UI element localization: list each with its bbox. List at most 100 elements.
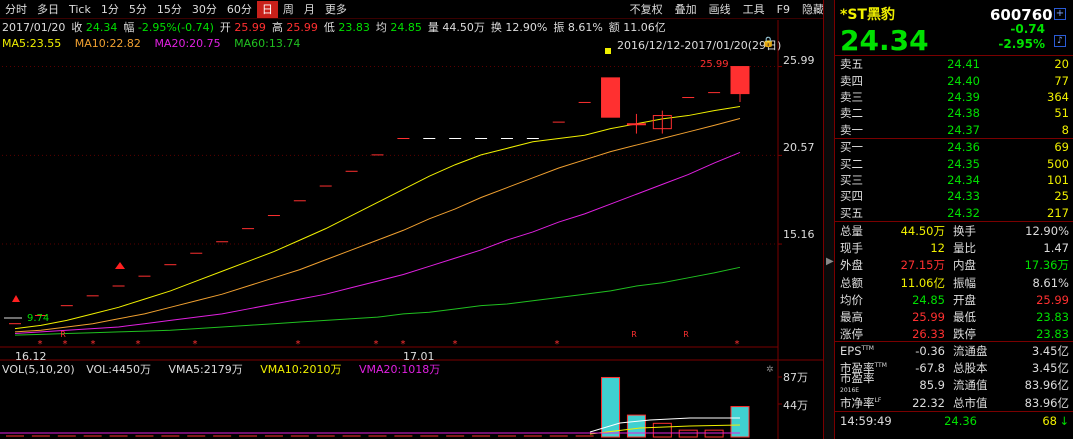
volume-bar — [652, 422, 672, 438]
tick-price: 24.36 — [944, 413, 977, 428]
fin-v2: 83.96亿 — [1024, 378, 1069, 393]
bid-row[interactable]: 买五 24.32 217 — [835, 205, 1073, 221]
ask-label: 卖三 — [840, 89, 863, 104]
event-star: * — [401, 339, 406, 350]
bid-vol: 69 — [1054, 140, 1069, 155]
stat-l: 现手 — [840, 240, 863, 255]
add-watchlist-icon[interactable]: + — [1054, 8, 1066, 20]
event-star: * — [296, 339, 301, 350]
fin-label: EPSTTM — [835, 344, 893, 358]
buy-signal-marker — [115, 262, 125, 269]
ask-row[interactable]: 卖四 24.40 77 — [835, 72, 1073, 88]
fin-l2: 流通盘 — [953, 343, 988, 358]
event-star: * — [136, 339, 141, 350]
bid-label: 买一 — [840, 140, 863, 155]
stat-l2: 最低 — [953, 310, 976, 325]
fin-label: 市净率LF — [835, 395, 893, 411]
stat-v: 25.99 — [912, 310, 945, 325]
bid-row[interactable]: 买一 24.36 69 — [835, 139, 1073, 155]
stat-l2: 换手 — [953, 223, 976, 238]
stats-table: 总量 44.50万 换手 12.90% 现手 12 量比 1.47 外盘 27.15万 内盘 17.3… — [835, 222, 1073, 343]
vma5-label: VMA5:2179万 — [168, 363, 243, 376]
quote-panel: *ST黑豹 600760 + 24.34 -0.74 -2.95% ♪ 卖五 24… — [834, 0, 1073, 439]
stat-l: 外盘 — [840, 258, 863, 273]
stat-l2: 内盘 — [953, 258, 976, 273]
ask-row[interactable]: 卖五 24.41 20 — [835, 56, 1073, 72]
ask-label: 卖五 — [840, 57, 863, 72]
bid-price: 24.35 — [947, 156, 980, 171]
marker-square — [605, 48, 611, 54]
ma60-line — [14, 266, 741, 336]
ask-book: 卖五 24.41 20 卖四 24.40 77 卖三 24.39 364 卖二 24.38 51 卖一 2… — [835, 56, 1073, 138]
bid-label: 买三 — [840, 172, 863, 187]
event-r-marker: R — [683, 330, 689, 339]
stat-l: 总额 — [840, 275, 863, 290]
down-arrow-icon: ↓ — [1059, 413, 1069, 428]
ask-row[interactable]: 卖三 24.39 364 — [835, 89, 1073, 105]
tick-row: 14:59:49 24.36 68 ↓ — [835, 412, 1073, 429]
ma20-line — [14, 151, 741, 335]
panel-divider[interactable] — [823, 0, 834, 439]
ask-price: 24.39 — [947, 89, 980, 104]
stat-v2: 8.61% — [1032, 275, 1069, 290]
ask-vol: 51 — [1054, 106, 1069, 121]
stat-v: 44.50万 — [900, 223, 945, 238]
event-star: * — [63, 339, 68, 350]
ask-price: 24.41 — [947, 57, 980, 72]
bid-row[interactable]: 买二 24.35 500 — [835, 155, 1073, 171]
fin-v: -67.8 — [915, 360, 945, 375]
bid-row[interactable]: 买三 24.34 101 — [835, 172, 1073, 188]
stat-row: 总量 44.50万 换手 12.90% — [835, 222, 1073, 239]
ask-row[interactable]: 卖一 24.37 8 — [835, 122, 1073, 138]
ma10-line — [14, 118, 741, 333]
stat-row: 外盘 27.15万 内盘 17.36万 — [835, 257, 1073, 274]
bid-price: 24.36 — [947, 140, 980, 155]
collapse-arrow-icon[interactable]: ▶ — [826, 256, 834, 267]
volume-bar — [730, 406, 750, 438]
ask-row[interactable]: 卖二 24.38 51 — [835, 105, 1073, 121]
buy-signal-marker — [12, 295, 20, 302]
stat-v2: 23.83 — [1036, 310, 1069, 325]
event-star: * — [735, 339, 740, 350]
ask-price: 24.40 — [947, 73, 980, 88]
stat-row: 总额 11.06亿 振幅 8.61% — [835, 274, 1073, 291]
stat-v: 26.33 — [912, 327, 945, 342]
stat-v: 24.85 — [912, 292, 945, 307]
fin-label-text: 市盈率 — [840, 371, 875, 386]
bid-row[interactable]: 买四 24.33 25 — [835, 188, 1073, 204]
bid-vol: 25 — [1054, 189, 1069, 204]
fin-row: 市净率LF 22.32 总市值 83.96亿 — [835, 394, 1073, 411]
event-star: * — [555, 339, 560, 350]
vol-tick-high: 87万 — [783, 371, 808, 384]
event-r-marker: R — [60, 330, 66, 339]
x-date-1612: 16.12 — [15, 350, 47, 363]
price-change-pct: -2.95% — [998, 37, 1045, 51]
x-date-1701: 17.01 — [403, 350, 435, 363]
stat-v2: 12.90% — [1025, 223, 1069, 238]
fin-l2: 总市值 — [953, 395, 988, 410]
volume-bar — [626, 414, 646, 438]
ask-vol: 364 — [1047, 89, 1069, 104]
vol-indicator-label: VOL(5,10,20) — [2, 363, 75, 376]
financials-table: EPSTTM -0.36 流通盘 3.45亿 市盈率TTM -67.8 总股本 3.45亿 市盈… — [835, 342, 1073, 411]
bid-price: 24.34 — [947, 172, 980, 187]
last-price: 24.34 — [840, 24, 929, 57]
ask-price: 24.37 — [947, 122, 980, 137]
event-star: * — [453, 339, 458, 350]
y-tick-low: 15.16 — [783, 228, 815, 241]
ma5-line — [14, 106, 741, 330]
tick-time: 14:59:49 — [840, 413, 892, 428]
candle-body — [626, 123, 646, 126]
bid-label: 买五 — [840, 205, 863, 220]
candle-body — [601, 77, 621, 118]
fin-label-sup: LF — [874, 396, 882, 404]
event-star: * — [91, 339, 96, 350]
stat-v2: 25.99 — [1036, 292, 1069, 307]
stat-row: 最高 25.99 最低 23.83 — [835, 308, 1073, 325]
ask-label: 卖四 — [840, 73, 863, 88]
alert-bell-icon[interactable]: ♪ — [1054, 35, 1066, 47]
vma20-label: VMA20:1018万 — [359, 363, 441, 376]
price-change: -0.74 — [1010, 22, 1045, 36]
stat-row: 现手 12 量比 1.47 — [835, 239, 1073, 256]
fin-row: EPSTTM -0.36 流通盘 3.45亿 — [835, 342, 1073, 359]
